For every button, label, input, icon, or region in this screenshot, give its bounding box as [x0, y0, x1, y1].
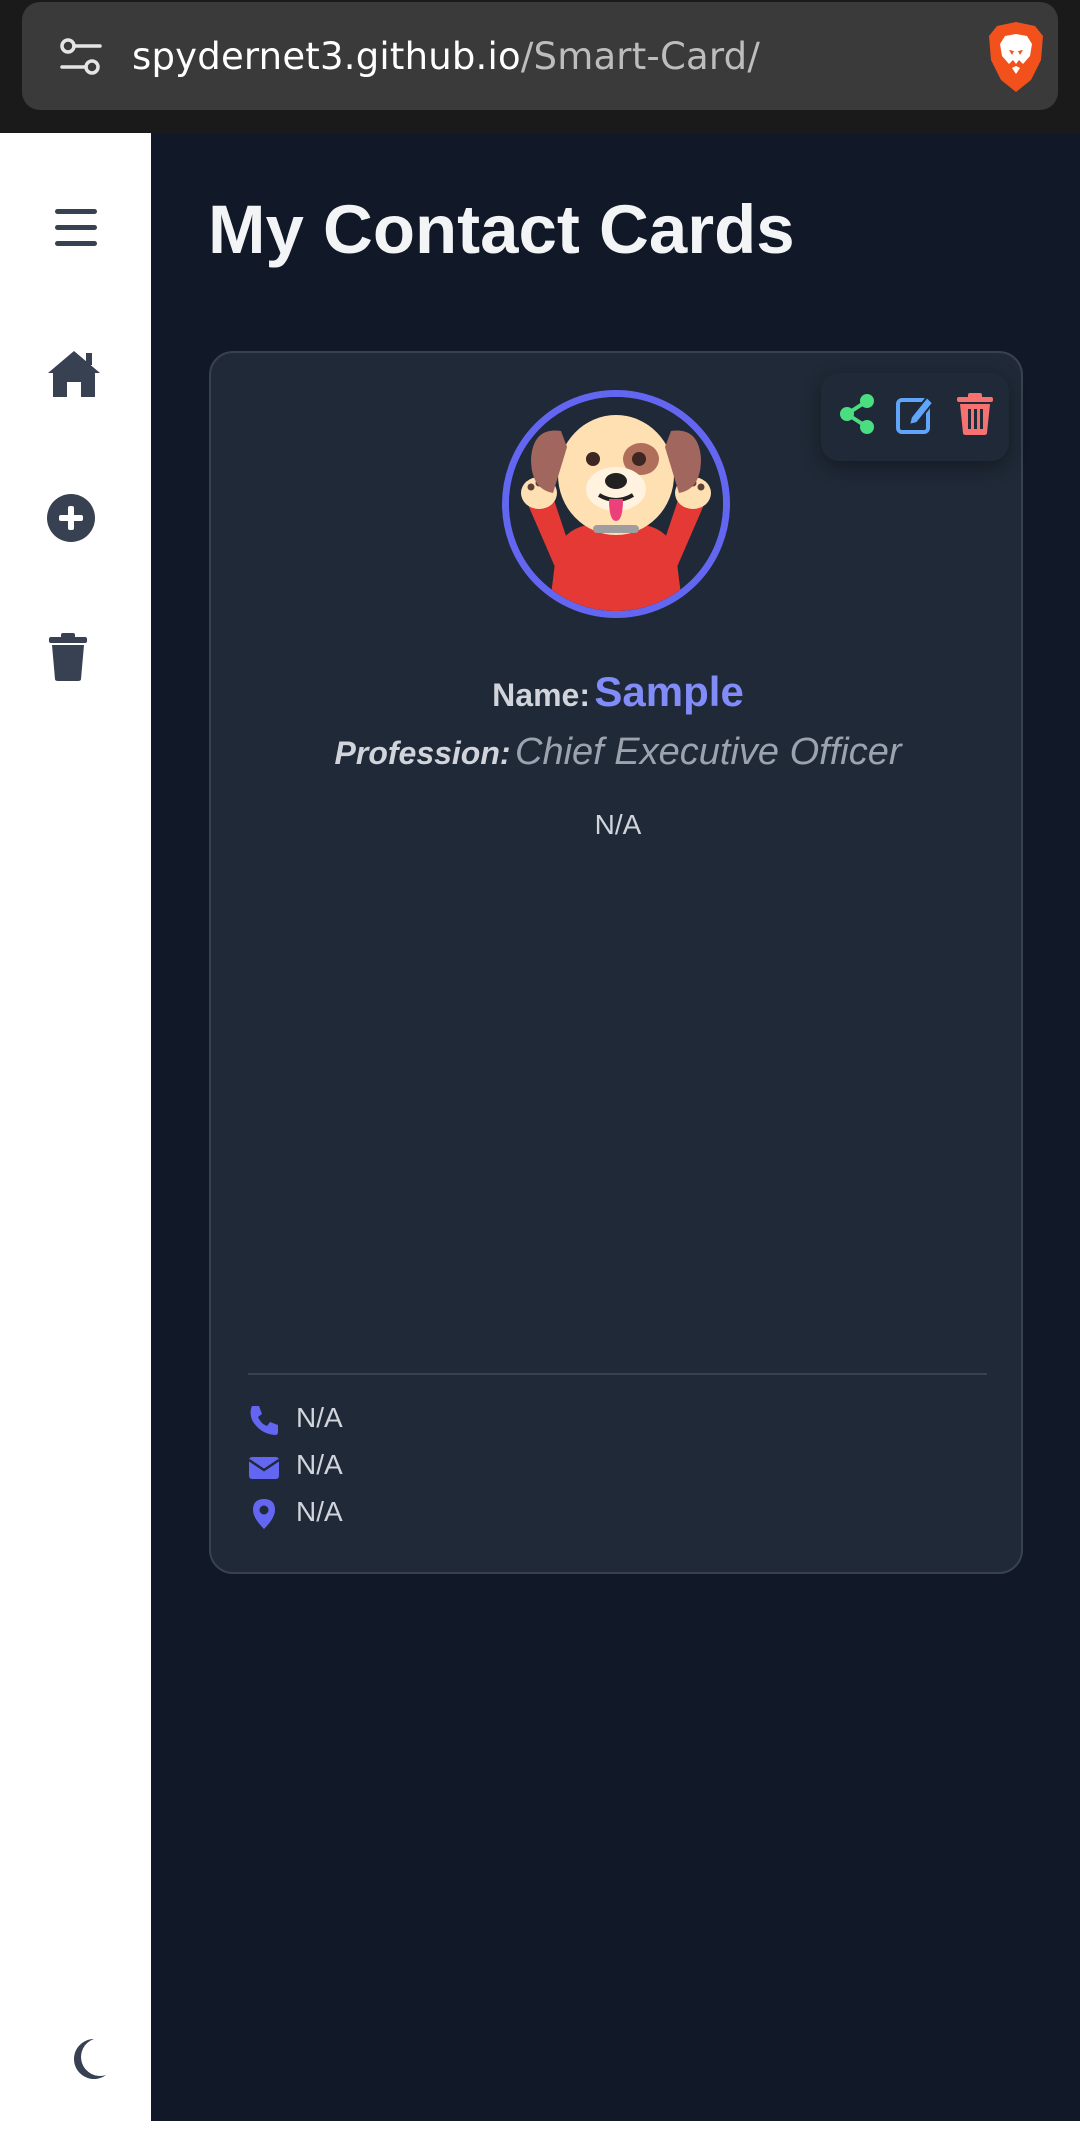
- bottom-edge: [0, 2121, 1080, 2129]
- location-row: N/A: [248, 1494, 343, 1534]
- home-icon[interactable]: [46, 349, 102, 399]
- dog-emoji-avatar: [509, 397, 723, 611]
- email-row: N/A: [248, 1447, 343, 1487]
- url-host: spydernet3.github.io: [132, 35, 521, 78]
- browser-toolbar: spydernet3.github.io/Smart-Card/: [0, 0, 1080, 133]
- card-actions: [821, 373, 1009, 461]
- profession-value: Chief Executive Officer: [515, 731, 902, 773]
- contact-card: Name: Sample Profession: Chief Executive…: [209, 351, 1023, 1574]
- card-divider: [248, 1373, 987, 1375]
- url-path: /Smart-Card/: [520, 35, 761, 78]
- name-value: Sample: [594, 668, 744, 715]
- moon-icon[interactable]: [68, 2037, 108, 2081]
- bio-text: N/A: [594, 809, 642, 840]
- delete-icon[interactable]: [955, 393, 995, 435]
- page-title: My Contact Cards: [208, 191, 795, 268]
- address-bar[interactable]: spydernet3.github.io/Smart-Card/: [22, 2, 1058, 110]
- phone-row: N/A: [248, 1400, 343, 1440]
- map-pin-icon: [253, 1499, 275, 1529]
- email-value: N/A: [296, 1449, 343, 1480]
- name-line: Name: Sample: [211, 668, 1025, 716]
- sidebar: [0, 133, 151, 2121]
- phone-value: N/A: [296, 1402, 343, 1433]
- main-content: My Contact Cards Name: Sample Profession…: [151, 133, 1080, 2121]
- name-label: Name:: [492, 677, 590, 713]
- add-card-icon[interactable]: [47, 494, 95, 542]
- site-settings-icon[interactable]: [58, 34, 104, 80]
- location-value: N/A: [296, 1496, 343, 1527]
- profession-label: Profession:: [334, 735, 511, 771]
- phone-icon: [250, 1406, 278, 1435]
- profession-line: Profession: Chief Executive Officer: [211, 731, 1025, 774]
- edit-icon[interactable]: [895, 393, 935, 435]
- avatar: [502, 390, 730, 618]
- brave-shield-icon[interactable]: [985, 20, 1047, 94]
- url-text[interactable]: spydernet3.github.io/Smart-Card/: [132, 34, 760, 80]
- share-icon[interactable]: [837, 393, 877, 435]
- envelope-icon: [248, 1457, 280, 1479]
- trash-icon[interactable]: [49, 633, 87, 681]
- hamburger-menu-icon[interactable]: [55, 209, 97, 247]
